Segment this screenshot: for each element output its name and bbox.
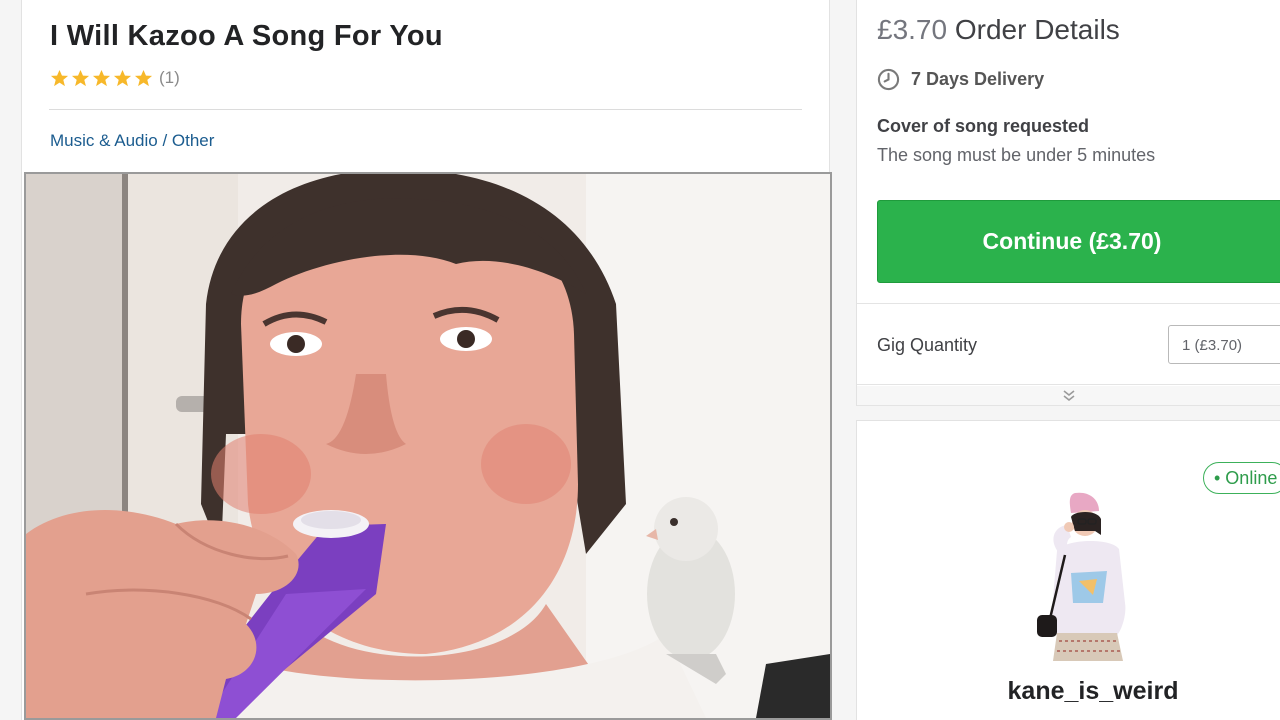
- kazoo-photo-illustration: [26, 174, 830, 718]
- star-icon: [50, 69, 69, 86]
- order-heading-label: Order Details: [947, 14, 1120, 45]
- rating-count: (1): [159, 68, 180, 87]
- seller-avatar[interactable]: [1023, 491, 1139, 663]
- gig-rating[interactable]: (1): [50, 68, 180, 88]
- clock-icon: [877, 68, 900, 91]
- star-icon: [134, 69, 153, 86]
- star-icon: [113, 69, 132, 86]
- continue-button[interactable]: Continue (£3.70): [877, 200, 1280, 283]
- gig-title: I Will Kazoo A Song For You: [50, 20, 443, 52]
- seller-card: • Online kane_is_weird: [856, 420, 1280, 720]
- double-chevron-down-icon: [1063, 389, 1075, 401]
- breadcrumb-subcategory-link[interactable]: Other: [172, 131, 215, 150]
- gig-main-image[interactable]: [24, 172, 832, 720]
- gig-panel: I Will Kazoo A Song For You (1) Music & …: [21, 0, 832, 720]
- star-icon: [71, 69, 90, 86]
- gig-quantity-select[interactable]: 1 (£3.70): [1168, 325, 1280, 364]
- delivery-label: 7 Days Delivery: [911, 69, 1045, 89]
- gig-quantity-row: Gig Quantity 1 (£3.70): [857, 303, 1280, 385]
- star-icon: [92, 69, 111, 86]
- divider: [49, 109, 802, 110]
- delivery-info: 7 Days Delivery: [877, 68, 1044, 91]
- breadcrumb-separator: /: [157, 131, 172, 150]
- order-heading: £3.70 Order Details: [877, 14, 1120, 46]
- breadcrumb-category-link[interactable]: Music & Audio: [50, 131, 158, 150]
- requirement-title: Cover of song requested: [877, 116, 1090, 136]
- breadcrumb: Music & Audio / Other: [50, 131, 214, 151]
- page: I Will Kazoo A Song For You (1) Music & …: [0, 0, 1280, 720]
- expand-toggle[interactable]: [857, 386, 1280, 406]
- seller-username[interactable]: kane_is_weird: [857, 677, 1280, 706]
- order-price: £3.70: [877, 14, 948, 45]
- order-panel: £3.70 Order Details 7 Days Delivery Cove…: [856, 0, 1280, 406]
- gig-quantity-label: Gig Quantity: [877, 335, 978, 355]
- requirement-description: The song must be under 5 minutes: [877, 145, 1156, 165]
- online-status-badge: • Online: [1203, 462, 1280, 494]
